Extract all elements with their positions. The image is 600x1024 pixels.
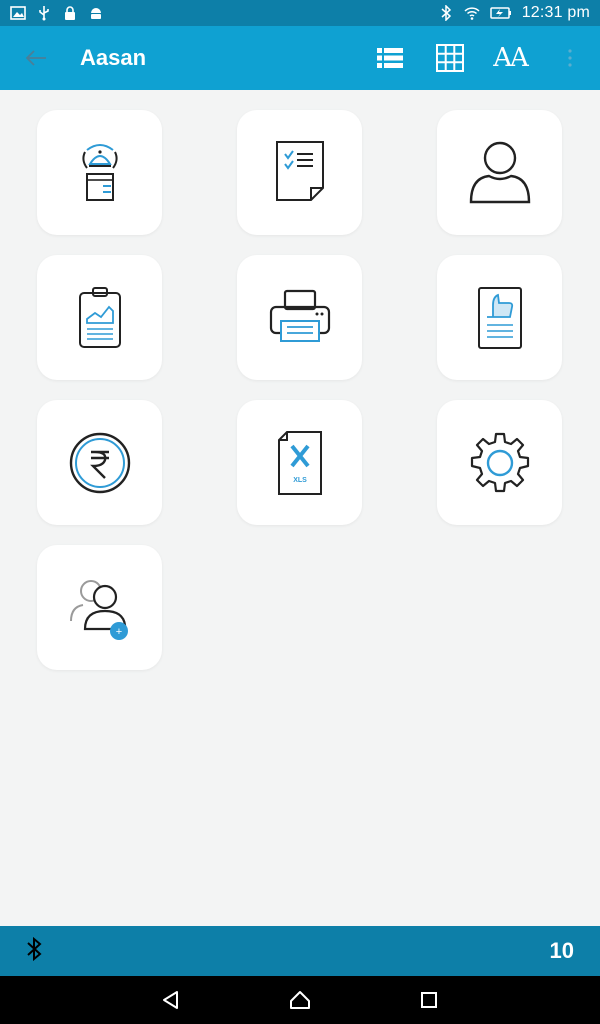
tile-feedback[interactable] xyxy=(437,255,562,380)
list-view-icon xyxy=(377,48,403,68)
checklist-icon xyxy=(275,140,324,201)
battery-charging-icon xyxy=(489,5,512,21)
grid-view-icon xyxy=(436,44,464,72)
system-nav-bar xyxy=(0,976,600,1024)
usb-icon xyxy=(36,5,52,21)
image-icon xyxy=(10,5,26,21)
menu-grid: XLS + xyxy=(37,110,563,670)
overflow-menu-icon xyxy=(568,49,572,67)
printer-icon xyxy=(269,289,330,342)
tile-settings[interactable] xyxy=(437,400,562,525)
back-button[interactable] xyxy=(0,26,72,90)
rupee-coin-icon xyxy=(69,432,130,493)
font-size-button[interactable]: AA xyxy=(480,26,540,90)
arrow-left-icon xyxy=(25,50,46,66)
status-bar: 12:31 pm xyxy=(0,0,600,26)
tile-checklist[interactable] xyxy=(237,110,362,235)
grid-view-button[interactable] xyxy=(420,26,480,90)
tile-print[interactable] xyxy=(237,255,362,380)
bluetooth-icon xyxy=(438,4,454,22)
nav-recents-button[interactable] xyxy=(417,988,441,1012)
list-view-button[interactable] xyxy=(360,26,420,90)
app-title: Aasan xyxy=(80,45,147,70)
tile-add-users[interactable]: + xyxy=(37,545,162,670)
status-right-icons: 12:31 pm xyxy=(438,4,590,22)
status-time: 12:31 pm xyxy=(521,4,590,21)
home-icon xyxy=(290,991,310,1009)
status-left-icons xyxy=(10,5,104,21)
bottom-bar: 10 xyxy=(0,926,600,976)
bluetooth-icon[interactable] xyxy=(26,936,42,966)
app-actions: AA xyxy=(360,26,600,90)
xls-file-icon: XLS xyxy=(277,430,322,495)
add-badge: + xyxy=(115,626,121,638)
user-icon xyxy=(469,141,530,203)
nav-home-button[interactable] xyxy=(288,988,312,1012)
tile-attendance[interactable] xyxy=(37,110,162,235)
thumbs-up-document-icon xyxy=(477,286,522,349)
back-triangle-icon xyxy=(163,991,178,1009)
add-users-icon: + xyxy=(69,579,128,640)
tile-profile[interactable] xyxy=(437,110,562,235)
recents-square-icon xyxy=(421,992,437,1008)
lock-icon xyxy=(62,5,78,21)
clipboard-chart-icon xyxy=(78,286,121,348)
xls-label: XLS xyxy=(293,477,307,484)
android-icon xyxy=(88,5,104,21)
item-count: 10 xyxy=(549,938,574,963)
overflow-menu-button[interactable] xyxy=(540,26,600,90)
tile-payment[interactable] xyxy=(37,400,162,525)
tile-report[interactable] xyxy=(37,255,162,380)
tile-export[interactable]: XLS xyxy=(237,400,362,525)
nav-back-button[interactable] xyxy=(159,988,183,1012)
attendant-icon xyxy=(81,143,118,201)
app-bar: Aasan AA xyxy=(0,26,600,90)
wifi-icon xyxy=(464,5,480,21)
gear-icon xyxy=(470,432,529,492)
